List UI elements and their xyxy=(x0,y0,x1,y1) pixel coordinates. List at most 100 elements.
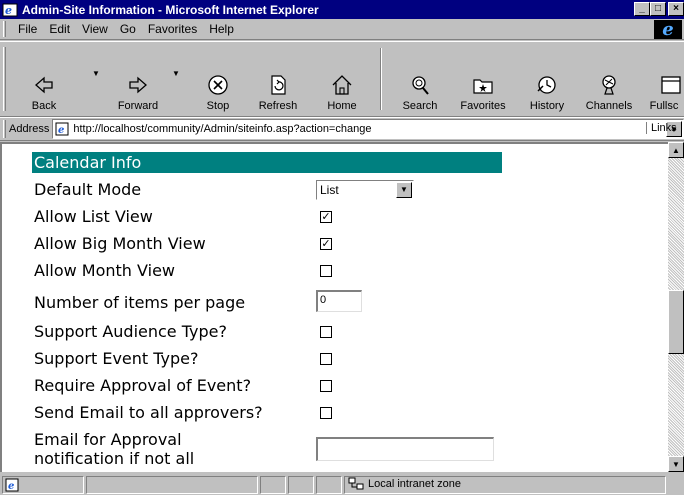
address-input[interactable]: e http://localhost/community/Admin/sitei… xyxy=(52,119,684,139)
fullscreen-icon xyxy=(661,76,681,94)
forward-button[interactable]: Forward xyxy=(100,42,176,118)
support-event-type-checkbox[interactable] xyxy=(320,353,332,365)
allow-month-view-label: Allow Month View xyxy=(34,261,175,280)
forward-label: Forward xyxy=(117,100,159,112)
status-panel-b xyxy=(288,476,314,494)
email-notification-input[interactable] xyxy=(316,437,494,461)
channels-button[interactable]: Channels xyxy=(578,42,640,118)
toolbar-grip[interactable] xyxy=(3,47,6,111)
status-main-panel: e xyxy=(2,476,84,494)
page-icon: e xyxy=(55,122,69,136)
menu-grip[interactable] xyxy=(3,21,6,37)
history-button[interactable]: History xyxy=(520,42,574,118)
address-bar: Address e http://localhost/community/Adm… xyxy=(0,117,684,141)
forward-dropdown-icon[interactable]: ▼ xyxy=(172,69,180,78)
scroll-thumb[interactable] xyxy=(668,290,684,354)
scroll-up-icon[interactable]: ▲ xyxy=(668,142,684,158)
home-label: Home xyxy=(327,100,357,112)
menu-go[interactable]: Go xyxy=(114,22,142,36)
menu-bar: File Edit View Go Favorites Help e xyxy=(0,19,684,40)
channels-label: Channels xyxy=(585,100,633,112)
stop-label: Stop xyxy=(206,100,230,112)
support-event-type-label: Support Event Type? xyxy=(34,349,199,368)
back-label: Back xyxy=(31,100,57,112)
title-bar[interactable]: e Admin-Site Information - Microsoft Int… xyxy=(0,0,684,19)
svg-text:e: e xyxy=(5,4,12,17)
intranet-zone-icon xyxy=(348,477,364,490)
support-audience-type-label: Support Audience Type? xyxy=(34,322,227,341)
refresh-icon xyxy=(271,75,286,95)
allow-list-view-checkbox[interactable]: ✓ xyxy=(320,211,332,223)
require-approval-checkbox[interactable] xyxy=(320,380,332,392)
default-mode-value: List xyxy=(320,183,339,197)
window-title: Admin-Site Information - Microsoft Inter… xyxy=(22,2,319,17)
standard-toolbar: Back ▼ Forward ▼ Stop Refresh Home Searc… xyxy=(0,41,684,117)
refresh-label: Refresh xyxy=(258,100,298,112)
history-icon xyxy=(537,76,556,94)
back-arrow-icon xyxy=(35,76,53,94)
back-button[interactable]: Back xyxy=(18,42,70,118)
page-content: Calendar Info Default Mode List ▼ Allow … xyxy=(0,142,668,472)
address-grip[interactable] xyxy=(3,120,6,138)
status-page-icon: e xyxy=(5,478,19,492)
select-dropdown-icon[interactable]: ▼ xyxy=(396,182,412,198)
history-label: History xyxy=(529,100,565,112)
fullscreen-button[interactable]: Fullsc xyxy=(644,42,684,118)
address-url: http://localhost/community/Admin/siteinf… xyxy=(73,123,372,135)
section-header: Calendar Info xyxy=(32,152,502,173)
browser-window: e Admin-Site Information - Microsoft Int… xyxy=(0,0,684,495)
items-per-page-label: Number of items per page xyxy=(34,293,246,312)
back-dropdown-icon[interactable]: ▼ xyxy=(92,69,100,78)
status-panel-c xyxy=(316,476,342,494)
email-notification-label-line1: Email for Approval xyxy=(34,430,182,449)
search-button[interactable]: Search xyxy=(392,42,448,118)
status-panel-a xyxy=(260,476,286,494)
menu-help[interactable]: Help xyxy=(203,22,240,36)
svg-text:e: e xyxy=(58,125,64,136)
default-mode-label: Default Mode xyxy=(34,180,142,199)
links-label[interactable]: Links xyxy=(646,122,677,134)
status-bar: e Local intranet zone xyxy=(0,474,684,495)
ie-logo-icon: e xyxy=(654,19,682,40)
close-button[interactable]: × xyxy=(668,2,684,16)
favorites-button[interactable]: Favorites xyxy=(452,42,514,118)
allow-month-view-checkbox[interactable] xyxy=(320,265,332,277)
home-button[interactable]: Home xyxy=(316,42,368,118)
status-progress-panel xyxy=(86,476,258,494)
refresh-button[interactable]: Refresh xyxy=(248,42,308,118)
allow-big-month-view-checkbox[interactable]: ✓ xyxy=(320,238,332,250)
ie-app-icon[interactable]: e xyxy=(2,2,18,18)
search-label: Search xyxy=(402,100,438,112)
allow-list-view-label: Allow List View xyxy=(34,207,153,226)
menu-view[interactable]: View xyxy=(76,22,114,36)
menu-file[interactable]: File xyxy=(12,22,43,36)
svg-text:e: e xyxy=(8,481,14,492)
require-approval-label: Require Approval of Event? xyxy=(34,376,252,395)
channels-satellite-icon xyxy=(602,75,616,95)
send-email-all-checkbox[interactable] xyxy=(320,407,332,419)
send-email-all-label: Send Email to all approvers? xyxy=(34,403,263,422)
fullscreen-label: Fullsc xyxy=(649,100,679,112)
menu-favorites[interactable]: Favorites xyxy=(142,22,203,36)
home-icon xyxy=(332,75,352,95)
allow-big-month-view-label: Allow Big Month View xyxy=(34,234,206,253)
zone-label: Local intranet zone xyxy=(368,478,461,490)
scroll-down-icon[interactable]: ▼ xyxy=(668,456,684,472)
maximize-button[interactable]: □ xyxy=(650,2,666,16)
forward-arrow-icon xyxy=(129,76,147,94)
default-mode-select[interactable]: List ▼ xyxy=(316,180,414,200)
menu-edit[interactable]: Edit xyxy=(43,22,76,36)
address-label: Address xyxy=(9,123,50,135)
vertical-scrollbar[interactable]: ▲ ▼ xyxy=(668,142,684,472)
stop-icon xyxy=(208,75,228,95)
minimize-button[interactable]: _ xyxy=(634,2,650,16)
support-audience-type-checkbox[interactable] xyxy=(320,326,332,338)
stop-button[interactable]: Stop xyxy=(192,42,244,118)
email-notification-label-line2: notification if not all xyxy=(34,449,195,468)
favorites-folder-icon xyxy=(473,79,493,94)
items-per-page-input[interactable]: 0 xyxy=(316,290,362,312)
favorites-label: Favorites xyxy=(460,100,506,112)
search-icon xyxy=(412,76,429,95)
status-zone: Local intranet zone xyxy=(348,477,461,491)
toolbar-separator xyxy=(380,48,382,110)
